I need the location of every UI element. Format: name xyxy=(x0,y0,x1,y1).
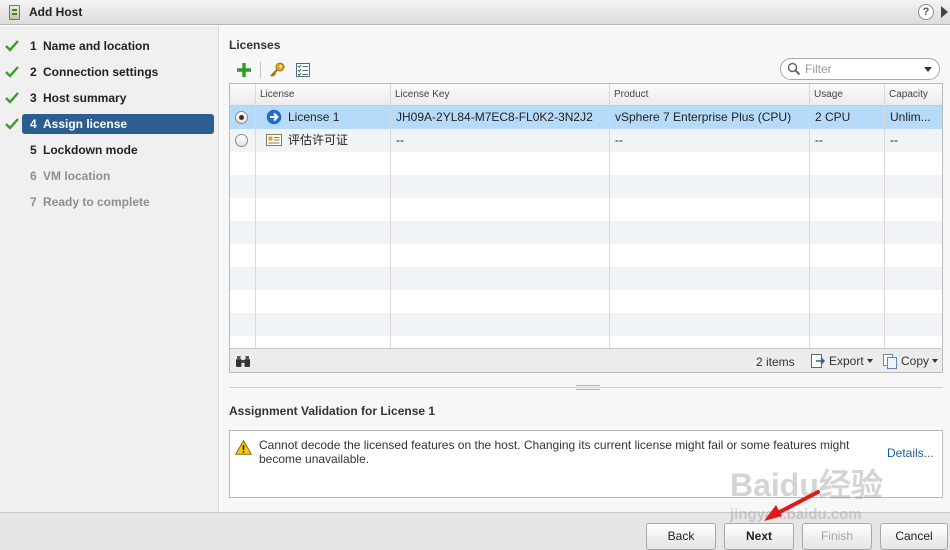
validation-panel: Cannot decode the licensed features on t… xyxy=(229,430,943,498)
column-header-product[interactable]: Product xyxy=(609,84,809,106)
empty-row xyxy=(230,267,942,290)
column-separator xyxy=(255,84,256,348)
help-icon[interactable]: ? xyxy=(918,4,934,20)
column-separator xyxy=(884,84,885,348)
next-button[interactable]: Next xyxy=(724,523,794,550)
wizard-button-bar: Back Next Finish Cancel xyxy=(0,512,950,550)
window-title: Add Host xyxy=(29,5,83,19)
checklist-icon[interactable] xyxy=(293,60,313,80)
export-button[interactable]: Export xyxy=(810,353,873,369)
title-bar: Add Host ? xyxy=(0,0,950,25)
table-row[interactable]: License 1 JH09A-2YL84-M7EC8-FL0K2-3N2J2 … xyxy=(230,106,942,129)
filter-box[interactable]: Filter xyxy=(780,58,940,80)
arrow-right-circle-icon xyxy=(266,109,282,125)
step-name-and-location[interactable]: 1 Name and location xyxy=(22,36,214,56)
splitter-grip[interactable] xyxy=(576,385,600,390)
cell-license: License 1 xyxy=(260,106,390,129)
step-vm-location: 6 VM location xyxy=(30,169,111,183)
add-host-icon xyxy=(9,4,20,20)
column-separator xyxy=(390,84,391,348)
column-header-capacity[interactable]: Capacity xyxy=(884,84,942,106)
cell-product: vSphere 7 Enterprise Plus (CPU) xyxy=(615,110,792,124)
step-lockdown-mode[interactable]: 5 Lockdown mode xyxy=(22,140,214,160)
warning-icon xyxy=(235,440,252,455)
validation-message: Cannot decode the licensed features on t… xyxy=(259,438,850,466)
cell-usage: -- xyxy=(815,133,823,147)
chevron-down-icon xyxy=(866,359,873,363)
binoculars-icon[interactable] xyxy=(235,355,251,368)
step-host-summary[interactable]: 3 Host summary xyxy=(22,88,214,108)
key-icon[interactable] xyxy=(267,60,287,80)
checkmark-icon xyxy=(5,92,19,104)
chevron-down-icon xyxy=(932,359,939,363)
empty-row xyxy=(230,313,942,336)
row-radio-selected[interactable] xyxy=(235,111,248,124)
validation-title: Assignment Validation for License 1 xyxy=(229,404,436,418)
items-count: 2 items xyxy=(756,355,795,369)
details-link[interactable]: Details... xyxy=(887,446,934,460)
cell-license-key: -- xyxy=(396,133,404,147)
row-radio[interactable] xyxy=(235,134,248,147)
copy-icon xyxy=(883,354,897,369)
copy-button[interactable]: Copy xyxy=(882,353,939,369)
table-row[interactable]: 评估许可证 -- -- -- -- xyxy=(230,129,942,152)
cell-license-key: JH09A-2YL84-M7EC8-FL0K2-3N2J2 xyxy=(396,110,593,124)
column-separator xyxy=(609,84,610,348)
cell-capacity: Unlim... xyxy=(890,110,931,124)
expand-panel-icon[interactable] xyxy=(941,6,948,18)
checkmark-icon xyxy=(5,66,19,78)
table-header: License License Key Product Usage Capaci… xyxy=(230,84,942,106)
column-header-usage[interactable]: Usage xyxy=(809,84,884,106)
cancel-button[interactable]: Cancel xyxy=(880,523,948,550)
step-ready-to-complete: 7 Ready to complete xyxy=(30,195,150,209)
cell-usage: 2 CPU xyxy=(815,110,851,124)
checkmark-icon xyxy=(5,118,19,130)
checkmark-icon xyxy=(5,40,19,52)
step-assign-license[interactable]: 4 Assign license xyxy=(22,114,214,134)
column-header-license[interactable]: License xyxy=(255,84,390,106)
chevron-down-icon[interactable] xyxy=(924,66,932,72)
wizard-steps: 1 Name and location 2 Connection settings … xyxy=(0,26,219,512)
empty-row xyxy=(230,175,942,198)
empty-row xyxy=(230,221,942,244)
cell-license: 评估许可证 xyxy=(260,129,390,152)
licenses-toolbar xyxy=(234,59,319,81)
license-card-icon xyxy=(266,133,282,146)
add-icon[interactable] xyxy=(234,60,254,80)
column-separator xyxy=(809,84,810,348)
cell-capacity: -- xyxy=(890,133,898,147)
licenses-title: Licenses xyxy=(229,38,281,52)
table-footer: 2 items Export Copy xyxy=(230,348,942,372)
step-connection-settings[interactable]: 2 Connection settings xyxy=(22,62,214,82)
toolbar-separator xyxy=(260,62,261,78)
content-panel: Licenses Filter License License Key Prod… xyxy=(220,26,950,512)
export-icon xyxy=(811,354,826,368)
search-icon xyxy=(787,62,801,76)
cell-product: -- xyxy=(615,133,623,147)
licenses-table: License License Key Product Usage Capaci… xyxy=(229,83,943,373)
back-button[interactable]: Back xyxy=(646,523,716,550)
column-header-license-key[interactable]: License Key xyxy=(390,84,609,106)
finish-button: Finish xyxy=(802,523,872,550)
filter-placeholder: Filter xyxy=(805,62,832,76)
